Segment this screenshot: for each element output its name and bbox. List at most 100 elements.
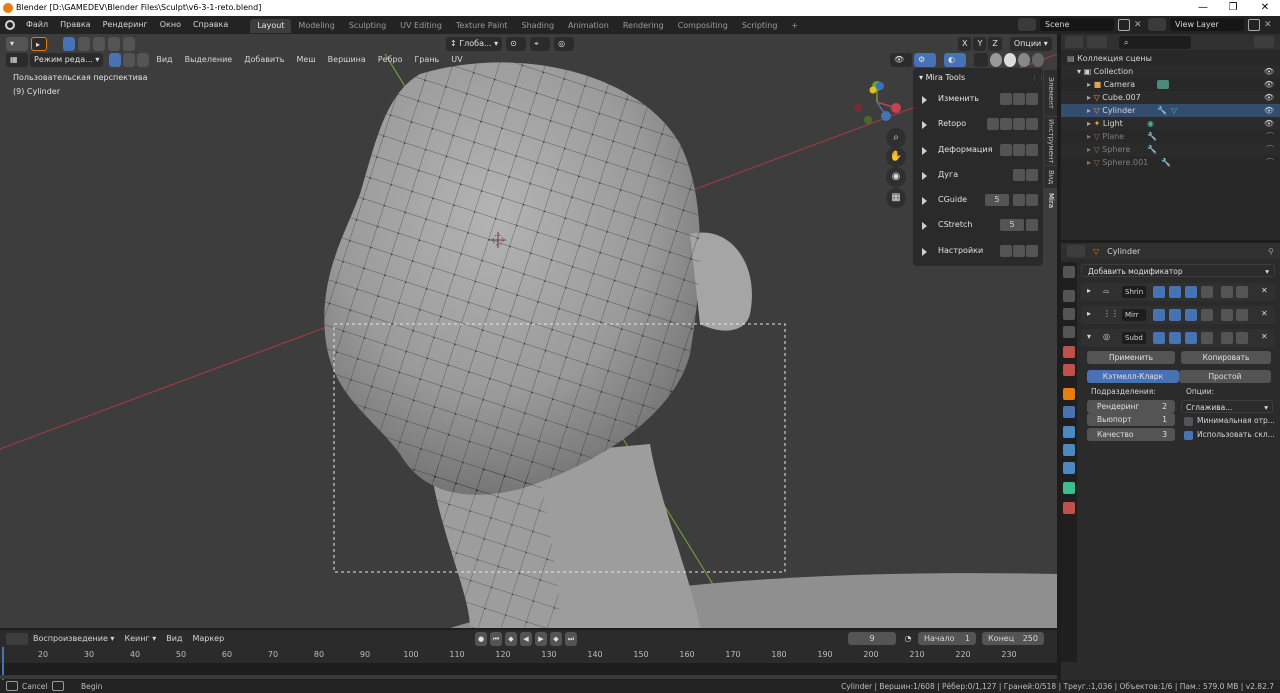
world-tab-icon[interactable] <box>1063 364 1075 376</box>
move-down-icon[interactable] <box>1236 332 1248 344</box>
mirror-x-button[interactable]: X <box>958 37 972 51</box>
current-frame-field[interactable]: 9 <box>848 632 896 645</box>
cguide-stretch-icon[interactable] <box>1013 194 1025 206</box>
settings-eye-icon[interactable] <box>1013 245 1025 257</box>
quality-field[interactable]: Качество 3 <box>1087 428 1175 441</box>
select-mode-intersect-icon[interactable] <box>123 37 135 51</box>
light-data-icon[interactable]: ◉ <box>1147 117 1154 130</box>
scene-tab-icon[interactable] <box>1063 346 1075 358</box>
menu-window[interactable]: Окно <box>154 16 187 34</box>
menu-help[interactable]: Справка <box>187 16 234 34</box>
panel-grip-icon[interactable]: ⋮⋮ <box>1031 74 1045 82</box>
curve-tool-icon[interactable] <box>1013 93 1025 105</box>
modifier-mirror[interactable]: ▸ ⋮⋮ Mirr ✕ <box>1081 306 1275 324</box>
view-layer-field[interactable]: View Layer <box>1170 18 1244 31</box>
mira-row-deform[interactable]: Деформация <box>918 141 1040 160</box>
outliner-item-collection[interactable]: ▾ ▣ Collection 👁 <box>1061 65 1280 78</box>
modifier-shrinkwrap[interactable]: ▸ ⌓ Shrin ✕ <box>1081 283 1275 301</box>
view-layer-icon[interactable] <box>1148 18 1166 31</box>
visibility-eye-icon[interactable]: 👁 <box>1264 91 1274 104</box>
mode-dropdown[interactable]: Режим реда... ▾ <box>30 53 104 67</box>
maximize-button[interactable]: ❐ <box>1218 0 1248 16</box>
viewport-levels-field[interactable]: Вьюпорт 1 <box>1087 413 1175 426</box>
tab-texture-paint[interactable]: Texture Paint <box>449 19 515 33</box>
realtime-icon[interactable] <box>1185 286 1197 298</box>
collapse-arrow-icon[interactable]: ▾ <box>1087 332 1091 341</box>
mira-row-retopo[interactable]: Retopo <box>918 115 1040 134</box>
move-up-icon[interactable] <box>1221 332 1233 344</box>
add-workspace-button[interactable]: + <box>784 19 805 33</box>
play-reverse-icon[interactable]: ◀ <box>520 632 532 646</box>
mira-row-change[interactable]: Изменить <box>918 90 1040 109</box>
visibility-eye-icon[interactable]: 👁 <box>1264 117 1274 130</box>
material-shading-icon[interactable] <box>1018 53 1030 67</box>
mesh-data-icon[interactable]: ▽ <box>1171 104 1177 117</box>
proportional-edit-icon[interactable]: ◎ <box>554 37 575 51</box>
jump-end-icon[interactable]: ⏭ <box>565 632 577 646</box>
blender-menu-icon[interactable] <box>0 16 20 34</box>
editor-type-small-icon[interactable]: ▦ <box>6 53 28 67</box>
vertex-select-icon[interactable] <box>109 53 122 67</box>
curve-guide-icon[interactable] <box>1026 93 1038 105</box>
cstretch-pen-icon[interactable] <box>1026 219 1038 231</box>
snap-icon[interactable]: ⌖ <box>530 37 551 51</box>
outliner-item-light[interactable]: ▸ ✦ Light ◉ 👁 <box>1061 117 1280 130</box>
uv-smooth-dropdown[interactable]: Сглажива... ▾ <box>1181 400 1273 413</box>
outliner-item-cylinder[interactable]: ▸ ▽ Cylinder 🔧 ▽ 👁 <box>1061 104 1280 117</box>
select-mode-set-icon[interactable] <box>63 37 75 51</box>
catmull-clark-button[interactable]: Кэтмелл-Кларк <box>1087 370 1179 383</box>
outliner-item-sphere[interactable]: ▸ ▽ Sphere 🔧 ⌒ <box>1061 143 1280 156</box>
tab-scripting[interactable]: Scripting <box>735 19 785 33</box>
minimize-button[interactable]: — <box>1188 0 1218 16</box>
modifier-wrench-icon[interactable]: 🔧 <box>1161 156 1171 169</box>
cguide-count-field[interactable]: 5 <box>985 194 1009 206</box>
draw-pen-icon[interactable] <box>1000 118 1012 130</box>
tab-modeling[interactable]: Modeling <box>291 19 341 33</box>
hidden-eye-icon[interactable]: ⌒ <box>1266 130 1274 143</box>
use-limit-checkbox[interactable] <box>1184 431 1193 440</box>
lines-icon[interactable] <box>1013 118 1025 130</box>
new-view-layer-icon[interactable] <box>1248 18 1260 31</box>
mira-row-cguide[interactable]: CGuide 5 <box>918 191 1040 210</box>
wireframe-shading-icon[interactable] <box>990 53 1002 67</box>
menu-render[interactable]: Рендеринг <box>97 16 154 34</box>
ortho-grid-icon[interactable]: ▦ <box>886 188 906 208</box>
realtime-icon[interactable] <box>1185 309 1197 321</box>
cstretch-count-field[interactable]: 5 <box>1000 219 1024 231</box>
move-down-icon[interactable] <box>1236 286 1248 298</box>
settings-curve-icon[interactable] <box>1000 245 1012 257</box>
arc-icon[interactable] <box>1013 169 1025 181</box>
modifier-wrench-icon[interactable]: 🔧 <box>1157 104 1167 117</box>
tab-compositing[interactable]: Compositing <box>671 19 735 33</box>
move-up-icon[interactable] <box>1221 309 1233 321</box>
render-icon[interactable] <box>1201 309 1213 321</box>
visibility-eye-icon[interactable]: 👁 <box>1264 65 1274 78</box>
gizmo-toggle-icon[interactable]: ⚙ <box>914 53 936 67</box>
face-select-icon[interactable] <box>137 53 150 67</box>
curve-surface-icon[interactable] <box>1000 93 1012 105</box>
select-mode-invert-icon[interactable] <box>108 37 120 51</box>
object-tab-icon[interactable] <box>1063 388 1075 400</box>
expand-arrow-icon[interactable]: ▸ <box>1087 309 1091 318</box>
options-dropdown[interactable]: Опции ▾ <box>1009 37 1052 51</box>
outliner-editor-icon[interactable] <box>1065 36 1083 48</box>
play-icon[interactable]: ▶ <box>535 632 547 646</box>
camera-view-icon[interactable]: ◉ <box>886 167 906 187</box>
tab-shading[interactable]: Shading <box>515 19 562 33</box>
zoom-icon[interactable]: ⌕ <box>886 128 906 148</box>
scene-field[interactable]: Scene <box>1040 18 1114 31</box>
edit-cage-icon[interactable] <box>1153 286 1165 298</box>
prev-keyframe-icon[interactable]: ◆ <box>505 632 517 646</box>
tool-tab-icon[interactable] <box>1063 266 1075 278</box>
visibility-icon[interactable]: 👁 <box>890 53 912 67</box>
outliner-item-sphere-001[interactable]: ▸ ▽ Sphere.001 🔧 ⌒ <box>1061 156 1280 169</box>
properties-editor-icon[interactable] <box>1067 245 1085 257</box>
retopo-tool-icon[interactable] <box>987 118 999 130</box>
scene-icon[interactable] <box>1018 18 1036 31</box>
remove-modifier-icon[interactable]: ✕ <box>1261 332 1268 341</box>
visibility-eye-icon[interactable]: 👁 <box>1264 104 1274 117</box>
next-keyframe-icon[interactable]: ◆ <box>550 632 562 646</box>
marker-menu[interactable]: Маркер <box>187 632 229 646</box>
menu-uv[interactable]: UV <box>446 53 467 67</box>
camera-data-icon[interactable] <box>1157 80 1169 89</box>
